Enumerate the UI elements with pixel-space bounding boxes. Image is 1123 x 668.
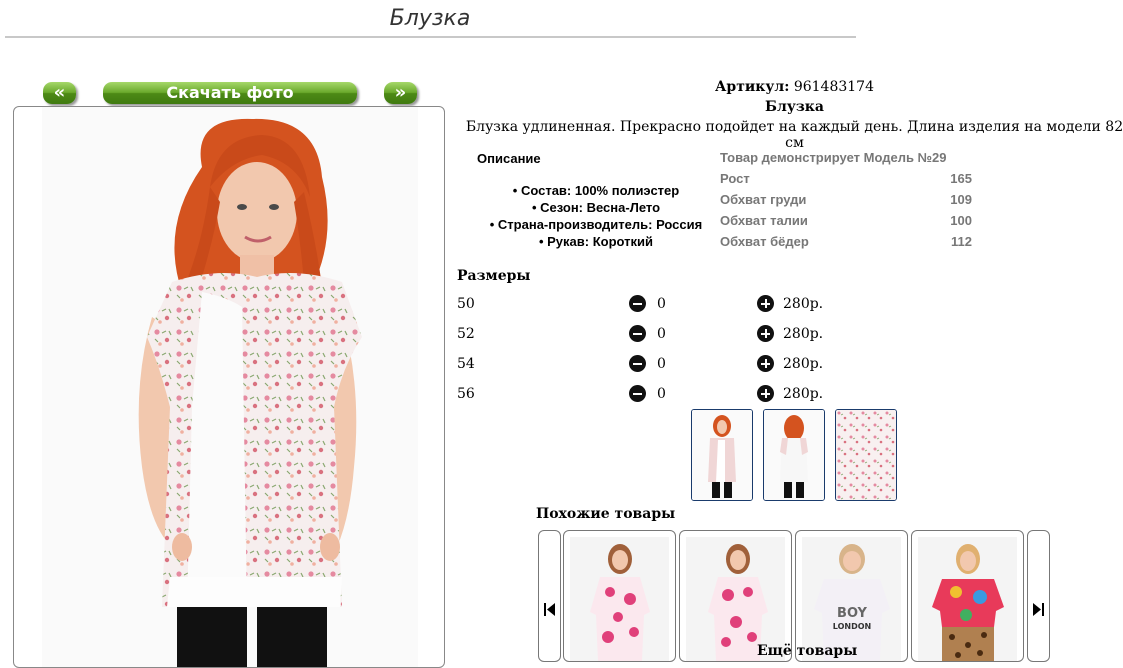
title-divider xyxy=(5,36,856,38)
minus-icon[interactable] xyxy=(629,325,646,342)
sku-value: 961483174 xyxy=(793,79,874,95)
thumbnail-fabric-image xyxy=(836,410,896,500)
similar-products-heading: Похожие товары xyxy=(536,506,676,522)
product-name: Блузка xyxy=(765,99,824,115)
thumbnail-back-image xyxy=(764,410,824,500)
model-row-value: 109 xyxy=(950,192,972,207)
plus-icon[interactable] xyxy=(757,295,774,312)
size-row: 54 0 280р. xyxy=(457,355,857,378)
model-row: Обхват талии 100 xyxy=(720,213,972,234)
description-list: Состав: 100% полиэстер Сезон: Весна-Лето… xyxy=(466,182,726,250)
page-title: Блузка xyxy=(389,6,471,31)
prev-photo-button[interactable]: « xyxy=(43,82,76,104)
description-heading: Описание xyxy=(477,151,541,166)
size-value: 56 xyxy=(457,386,475,402)
size-price: 280р. xyxy=(783,356,824,372)
description-item: Состав: 100% полиэстер xyxy=(466,182,726,199)
photo-thumbnail[interactable] xyxy=(691,409,753,501)
product-description: Блузка удлиненная. Прекрасно подойдет на… xyxy=(465,119,1123,151)
model-row-label: Рост xyxy=(720,171,750,186)
size-value: 50 xyxy=(457,296,475,312)
description-block: Описание Состав: 100% полиэстер Сезон: В… xyxy=(466,150,726,250)
similar-product-image xyxy=(570,537,669,661)
next-photo-button[interactable]: » xyxy=(384,82,417,104)
model-measurements: Товар демонстрирует Модель №29 Рост 165 О… xyxy=(720,150,972,255)
download-photo-button[interactable]: Скачать фото xyxy=(103,82,357,104)
photo-thumbnail[interactable] xyxy=(835,409,897,501)
plus-icon[interactable] xyxy=(757,355,774,372)
similar-product-image xyxy=(918,537,1017,661)
model-row: Рост 165 xyxy=(720,171,972,192)
model-row: Обхват груди 109 xyxy=(720,192,972,213)
size-row: 50 0 280р. xyxy=(457,295,857,318)
model-row: Обхват бёдер 112 xyxy=(720,234,972,255)
plus-icon[interactable] xyxy=(757,385,774,402)
model-row-label: Обхват груди xyxy=(720,192,807,207)
size-price: 280р. xyxy=(783,326,824,342)
minus-icon[interactable] xyxy=(629,385,646,402)
model-heading: Товар демонстрирует Модель №29 xyxy=(720,150,972,171)
more-products-link[interactable]: Ещё товары xyxy=(757,643,857,659)
similar-product-card[interactable] xyxy=(911,530,1024,662)
model-row-label: Обхват бёдер xyxy=(720,234,809,249)
carousel-next-button[interactable] xyxy=(1027,530,1050,662)
model-row-label: Обхват талии xyxy=(720,213,808,228)
similar-product-card[interactable] xyxy=(563,530,676,662)
quantity-value: 0 xyxy=(657,356,666,372)
sku-label: Артикул: xyxy=(715,79,790,95)
plus-icon[interactable] xyxy=(757,325,774,342)
print-text: LONDON xyxy=(833,622,871,631)
quantity-value: 0 xyxy=(657,386,666,402)
model-row-value: 165 xyxy=(950,171,972,186)
size-value: 52 xyxy=(457,326,475,342)
size-row: 52 0 280р. xyxy=(457,325,857,348)
main-product-photo[interactable] xyxy=(42,107,418,667)
quantity-value: 0 xyxy=(657,296,666,312)
size-row: 56 0 280р. xyxy=(457,385,857,408)
description-item: Страна-производитель: Россия xyxy=(466,216,726,233)
model-heading-text: Товар демонстрирует Модель №29 xyxy=(720,150,947,165)
skip-forward-icon xyxy=(1033,603,1044,616)
minus-icon[interactable] xyxy=(629,295,646,312)
size-value: 54 xyxy=(457,356,475,372)
sku-line: Артикул: 961483174 xyxy=(457,79,1123,95)
skip-back-icon xyxy=(544,603,555,616)
description-item: Рукав: Короткий xyxy=(466,233,726,250)
quantity-value: 0 xyxy=(657,326,666,342)
main-photo-frame xyxy=(13,106,445,668)
size-price: 280р. xyxy=(783,386,824,402)
carousel-prev-button[interactable] xyxy=(538,530,561,662)
thumbnail-front-image xyxy=(692,410,752,500)
model-row-value: 100 xyxy=(950,213,972,228)
sizes-heading: Размеры xyxy=(457,268,531,284)
size-price: 280р. xyxy=(783,296,824,312)
print-text: BOY xyxy=(837,606,867,621)
description-item: Сезон: Весна-Лето xyxy=(466,199,726,216)
model-row-value: 112 xyxy=(951,234,972,249)
minus-icon[interactable] xyxy=(629,355,646,372)
photo-thumbnail[interactable] xyxy=(763,409,825,501)
